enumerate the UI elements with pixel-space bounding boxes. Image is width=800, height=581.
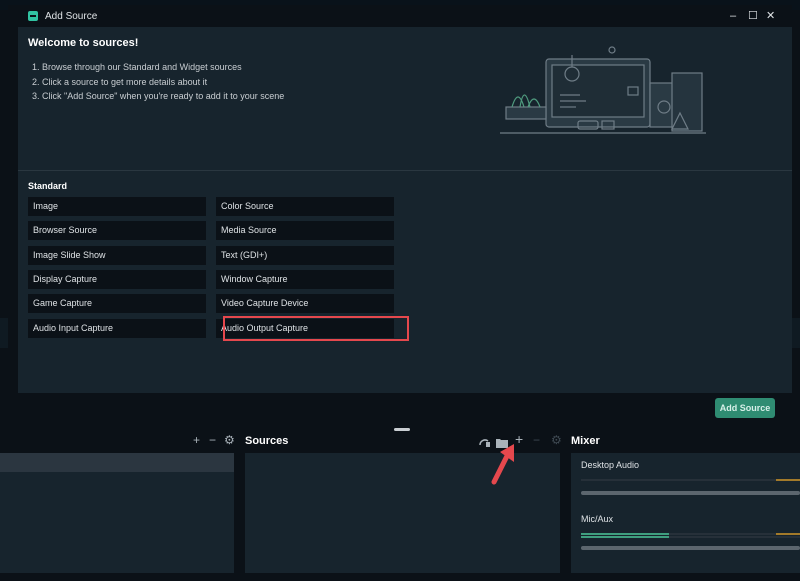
- dialog-footer: [18, 393, 792, 423]
- sources-panel-title: Sources: [245, 435, 289, 447]
- mic-aux-meter: [581, 533, 800, 535]
- close-icon[interactable]: ✕: [766, 9, 775, 23]
- dialog-content: Welcome to sources! 1. Browse through ou…: [18, 27, 792, 423]
- source-game-capture[interactable]: Game Capture: [28, 294, 206, 313]
- mic-aux-volume-slider[interactable]: [581, 546, 800, 550]
- content-divider: [18, 170, 792, 171]
- mixer-channel-desktop-audio: Desktop Audio: [581, 460, 640, 470]
- scenes-panel: [0, 453, 234, 573]
- welcome-heading: Welcome to sources!: [28, 37, 139, 49]
- instructions-list: 1. Browse through our Standard and Widge…: [32, 62, 284, 106]
- remove-scene-button[interactable]: −: [209, 434, 216, 446]
- highlight-box-annotation: [223, 316, 409, 341]
- desktop-audio-volume-slider[interactable]: [581, 491, 800, 495]
- source-image[interactable]: Image: [28, 197, 206, 216]
- source-color-source[interactable]: Color Source: [216, 197, 394, 216]
- source-window-capture[interactable]: Window Capture: [216, 270, 394, 289]
- mixer-panel: Desktop Audio Mic/Aux: [571, 453, 800, 573]
- dialog-title: Add Source: [45, 11, 98, 22]
- mixer-panel-title: Mixer: [571, 435, 600, 447]
- add-source-dialog: Add Source – ☐ ✕ Welcome to sources! 1. …: [8, 5, 792, 423]
- source-media-source[interactable]: Media Source: [216, 221, 394, 240]
- source-text-gdi[interactable]: Text (GDI+): [216, 246, 394, 265]
- minimize-icon[interactable]: –: [730, 9, 736, 23]
- dock-resize-handle[interactable]: [394, 428, 410, 431]
- dialog-title-bar: Add Source – ☐ ✕: [8, 5, 792, 27]
- standard-section-label: Standard: [28, 181, 68, 191]
- instruction-step: 3. Click "Add Source" when you're ready …: [32, 91, 285, 101]
- remove-source-button[interactable]: −: [533, 434, 540, 446]
- add-source-button[interactable]: Add Source: [715, 398, 775, 418]
- source-display-capture[interactable]: Display Capture: [28, 270, 206, 289]
- mic-aux-meter-2: [581, 536, 800, 538]
- desktop-audio-meter: [581, 479, 800, 481]
- scene-settings-gear-icon[interactable]: ⚙: [224, 434, 235, 446]
- maximize-icon[interactable]: ☐: [748, 9, 758, 23]
- instruction-step: 1. Browse through our Standard and Widge…: [32, 62, 242, 72]
- scene-row-selected[interactable]: [0, 453, 234, 472]
- red-arrow-annotation-icon: [488, 442, 518, 493]
- instruction-step: 2. Click a source to get more details ab…: [32, 76, 208, 87]
- source-browser-source[interactable]: Browser Source: [28, 221, 206, 240]
- add-scene-button[interactable]: +: [193, 434, 200, 446]
- mixer-channel-mic-aux: Mic/Aux: [581, 514, 614, 524]
- streaming-setup-illustration-icon: [498, 37, 708, 142]
- source-audio-input-capture[interactable]: Audio Input Capture: [28, 319, 206, 338]
- source-image-slide-show[interactable]: Image Slide Show: [28, 246, 206, 265]
- app-logo-icon: [28, 11, 38, 21]
- source-settings-gear-icon[interactable]: ⚙: [551, 434, 562, 446]
- source-video-capture-device[interactable]: Video Capture Device: [216, 294, 394, 313]
